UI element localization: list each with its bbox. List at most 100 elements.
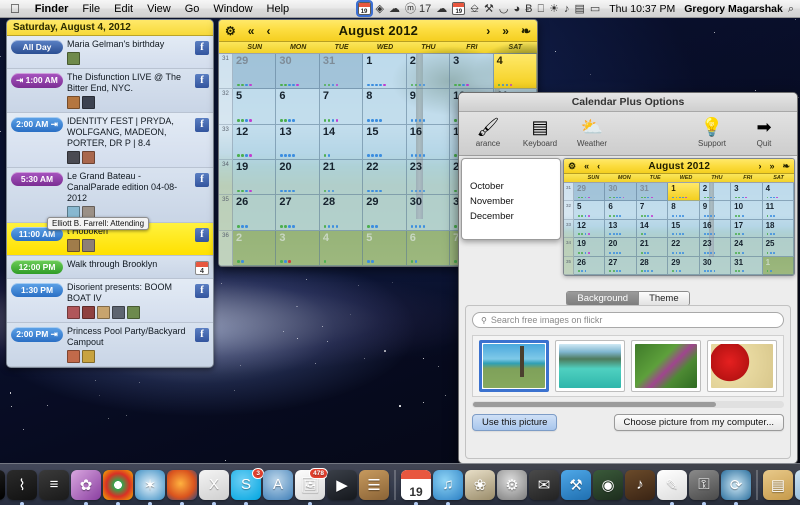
calendar-day-cell[interactable]: 2	[407, 54, 450, 89]
dock-icon-app-store[interactable]: A	[263, 470, 293, 500]
event-attendee-thumbnails[interactable]	[67, 151, 191, 164]
dock-icon-firefox[interactable]	[167, 470, 197, 500]
attendee-avatar[interactable]	[67, 350, 80, 363]
dock[interactable]: ☺🚀▸⌇≡✿✶XS3A🖼478▶☰19♫❀⚙✉⚒◉♪✎⚿⟳▤▼□⌫	[0, 463, 800, 505]
dock-icon-mail[interactable]: ✉	[529, 470, 559, 500]
calendar-day-cell[interactable]: 4	[763, 183, 794, 201]
toolbar-support-button[interactable]: 💡 Support	[687, 115, 737, 148]
menu-item-help[interactable]: Help	[260, 0, 297, 18]
calendar-day-cell[interactable]: 5	[363, 231, 406, 266]
calendar-day-cell[interactable]: 28	[637, 257, 668, 275]
dock-icon-calendar[interactable]: 19	[401, 470, 431, 500]
calendar-plus-options-window[interactable]: Calendar Plus Options 🖌 arance ▤ Keyboar…	[458, 92, 798, 464]
volume-icon[interactable]: ♪	[564, 0, 570, 18]
calendar-day-cell[interactable]: 26	[233, 195, 276, 230]
preview-settings-gear-icon[interactable]: ⚙	[564, 159, 580, 174]
calendar-day-cell[interactable]: 27	[605, 257, 636, 275]
calendar-day-cell[interactable]: 3	[276, 231, 319, 266]
preview-grid[interactable]: 3129303112343256789101133121314151617183…	[564, 183, 794, 275]
tab-background[interactable]: Background	[567, 292, 638, 305]
calendar-day-cell[interactable]: 3	[731, 183, 762, 201]
toolbar-appearance-button[interactable]: 🖌 arance	[463, 115, 513, 148]
battery-icon[interactable]: ▭	[590, 0, 600, 18]
dock-icon-address-book[interactable]: ☰	[359, 470, 389, 500]
calendar-menu-badge-icon[interactable]: 19	[358, 2, 371, 15]
thumbnail-scrollbar[interactable]	[472, 401, 784, 408]
calendar-day-cell[interactable]: 31	[637, 183, 668, 201]
attendee-avatar[interactable]	[82, 96, 95, 109]
facebook-source-icon[interactable]: f	[195, 228, 209, 242]
next-year-button[interactable]: »	[496, 20, 515, 42]
facebook-source-icon[interactable]: f	[195, 41, 209, 55]
dock-icon-documents-folder[interactable]: ▤	[763, 470, 793, 500]
apple-menu-icon[interactable]: 	[6, 0, 28, 18]
month-option-november[interactable]: November	[462, 194, 560, 209]
calendar-day-cell[interactable]: 14	[320, 125, 363, 160]
attendee-avatar[interactable]	[67, 52, 80, 65]
calendar-day-cell[interactable]: 3	[450, 54, 493, 89]
event-row[interactable]: 1:30 PMDisorient presents: BOOM BOAT IVf	[7, 279, 213, 323]
calendar-day-cell[interactable]: 1	[668, 183, 699, 201]
calendar-day-cell[interactable]: 16	[407, 125, 450, 160]
prev-year-button[interactable]: «	[242, 20, 261, 42]
prev-month-button[interactable]: ‹	[260, 20, 276, 42]
image-thumbnail-strip[interactable]	[472, 335, 784, 397]
dock-icon-istat-menus[interactable]: ≡	[39, 470, 69, 500]
month-dropdown-list[interactable]: October November December	[461, 158, 561, 240]
menu-item-view[interactable]: View	[140, 0, 178, 18]
calendar-day-cell[interactable]: 17	[731, 220, 762, 238]
calendar-day-cell[interactable]: 2	[233, 231, 276, 266]
dock-icon-keychain-access[interactable]: ⚿	[689, 470, 719, 500]
menu-item-edit[interactable]: Edit	[107, 0, 140, 18]
calendar-day-cell[interactable]: 13	[605, 220, 636, 238]
event-row[interactable]: 12:00 PMWalk through Brooklyn4	[7, 256, 213, 279]
calendar-day-cell[interactable]: 22	[363, 160, 406, 195]
event-attendee-thumbnails[interactable]	[67, 306, 191, 319]
menu-item-go[interactable]: Go	[178, 0, 207, 18]
preview-prev-month-button[interactable]: ‹	[593, 159, 604, 174]
event-row[interactable]: All DayMaria Gelman's birthdayf	[7, 36, 213, 69]
calendar-day-cell[interactable]: 1	[363, 54, 406, 89]
airmail-icon[interactable]: ⓜ 17	[405, 0, 431, 18]
calendar-day-cell[interactable]: 5	[574, 201, 605, 219]
calendar-day-cell[interactable]: 12	[233, 125, 276, 160]
strawberries-thumbnail[interactable]	[707, 340, 777, 392]
event-attendee-thumbnails[interactable]	[67, 96, 191, 109]
beach-palms-thumbnail[interactable]	[479, 340, 549, 392]
wifi-icon[interactable]: ☀	[549, 0, 559, 18]
next-month-button[interactable]: ›	[480, 20, 496, 42]
dock-icon-skype[interactable]: S3	[231, 470, 261, 500]
today-button[interactable]: ❧	[515, 20, 537, 42]
dock-icon-xcode[interactable]: ⚒	[561, 470, 591, 500]
calendar-day-cell[interactable]: 27	[276, 195, 319, 230]
calendar-day-cell[interactable]: 20	[605, 238, 636, 256]
calendar-day-cell[interactable]: 29	[363, 195, 406, 230]
event-row[interactable]: 11:00 AMt HobokenfElliott B. Farrell: At…	[7, 223, 213, 256]
dock-icon-time-machine[interactable]: ⟳	[721, 470, 751, 500]
month-option-december[interactable]: December	[462, 209, 560, 224]
calendar-day-cell[interactable]: 6	[605, 201, 636, 219]
dock-icon-textedit[interactable]: ✎	[657, 470, 687, 500]
flickr-search-field[interactable]: ⚲ Search free images on flickr	[472, 312, 784, 328]
calendar-day-cell[interactable]: 15	[363, 125, 406, 160]
calendar-day-cell[interactable]: 23	[407, 160, 450, 195]
dock-icon-iphoto[interactable]: ❀	[465, 470, 495, 500]
calendar-day-cell[interactable]: 31	[320, 54, 363, 89]
keyboard-icon[interactable]: ⎒	[470, 0, 479, 18]
bluetooth-icon[interactable]: Ƀ	[525, 0, 532, 18]
attendee-avatar[interactable]	[67, 239, 80, 252]
calendar-day-cell[interactable]: 28	[320, 195, 363, 230]
calendar-day-cell[interactable]: 29	[233, 54, 276, 89]
calendar-day-cell[interactable]: 30	[407, 195, 450, 230]
choose-picture-button[interactable]: Choose picture from my computer...	[614, 414, 784, 431]
calendar-day-cell[interactable]: 12	[574, 220, 605, 238]
preview-today-button[interactable]: ❧	[778, 159, 794, 174]
menu-bar-username[interactable]: Gregory Magarshak	[684, 3, 783, 15]
attendee-avatar[interactable]	[82, 350, 95, 363]
facebook-source-icon[interactable]: f	[195, 74, 209, 88]
calendar-day-cell[interactable]: 15	[668, 220, 699, 238]
calendar-day-cell[interactable]: 29	[574, 183, 605, 201]
menu-bar-clock[interactable]: Thu 10:37 PM	[605, 3, 679, 15]
calendar-day-cell[interactable]: 11	[763, 201, 794, 219]
calendar-day-cell[interactable]: 9	[700, 201, 731, 219]
